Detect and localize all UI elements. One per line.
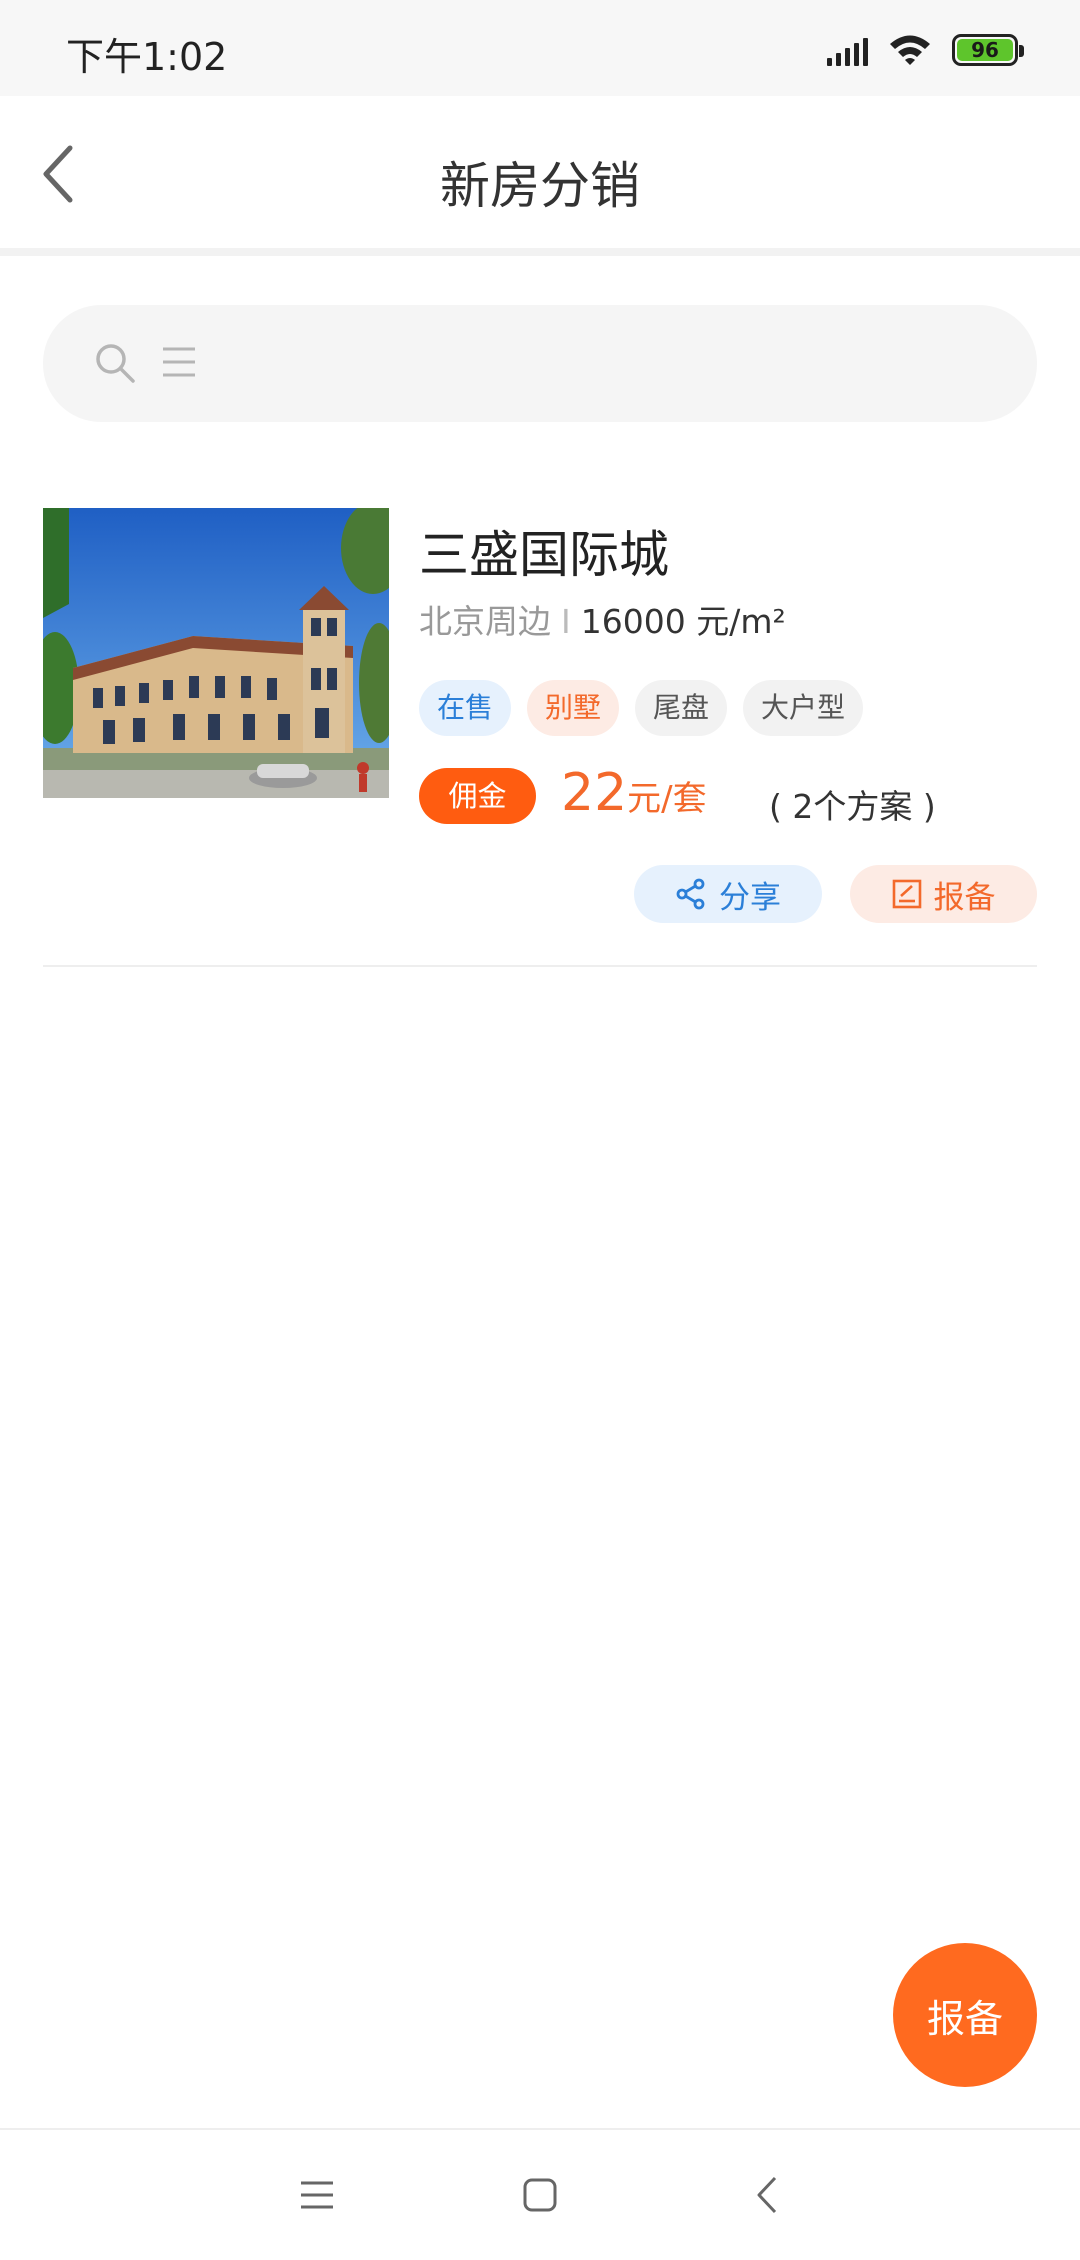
report-label: 报备 — [933, 879, 996, 916]
share-button[interactable]: 分享 — [634, 865, 822, 923]
search-input[interactable] — [43, 305, 1037, 422]
property-price: 16000 元/m² — [580, 602, 786, 641]
nav-back-button[interactable] — [742, 2170, 792, 2220]
nav-home-button[interactable] — [515, 2170, 565, 2220]
villa-photo — [43, 508, 389, 798]
share-icon — [676, 878, 705, 910]
battery-icon: 96 — [952, 34, 1024, 66]
screen: 下午1:02 96 新房分销 三盛国际城 北京周边 I 16000 元/m² 在… — [0, 0, 1080, 2260]
nav-back-icon — [757, 2176, 777, 2214]
nav-bar — [0, 2128, 1080, 2260]
commission-badge: 佣金 — [419, 768, 536, 824]
tag-list: 在售 别墅 尾盘 大户型 — [419, 680, 864, 736]
nav-menu-icon — [301, 2181, 333, 2209]
tag-final-units: 尾盘 — [635, 680, 728, 736]
commission-unit: 元/套 — [627, 779, 707, 819]
tag-villa: 别墅 — [527, 680, 620, 736]
report-fab[interactable]: 报备 — [893, 1943, 1037, 2087]
status-time: 下午1:02 — [66, 35, 228, 79]
search-icon — [96, 344, 135, 383]
share-label: 分享 — [719, 879, 781, 916]
tag-large-unit: 大户型 — [743, 680, 864, 736]
property-meta: 北京周边 I 16000 元/m² — [419, 595, 786, 643]
battery-level: 96 — [957, 39, 1013, 61]
commission-amount: 22元/套 — [561, 763, 707, 823]
plan-count[interactable]: ( 2个方案 ) — [769, 780, 936, 828]
tag-on-sale: 在售 — [419, 680, 512, 736]
menu-lines-icon — [163, 347, 195, 377]
wifi-icon — [890, 35, 930, 65]
edit-note-icon — [892, 879, 921, 909]
meta-separator: I — [561, 602, 571, 641]
status-bar: 下午1:02 96 — [0, 0, 1080, 96]
report-button[interactable]: 报备 — [850, 865, 1037, 923]
page-title: 新房分销 — [440, 157, 640, 215]
nav-menu-button[interactable] — [292, 2170, 342, 2220]
listing-item[interactable]: 三盛国际城 北京周边 I 16000 元/m² 在售 别墅 尾盘 大户型 佣金 22… — [43, 505, 1037, 967]
property-location: 北京周边 — [419, 602, 551, 641]
status-icons: 96 — [827, 30, 1024, 70]
property-name: 三盛国际城 — [419, 526, 669, 584]
commission-value: 22 — [561, 763, 628, 823]
property-image[interactable] — [43, 508, 389, 798]
nav-home-icon — [523, 2178, 557, 2212]
header: 新房分销 — [0, 96, 1080, 256]
signal-icon — [827, 34, 868, 66]
